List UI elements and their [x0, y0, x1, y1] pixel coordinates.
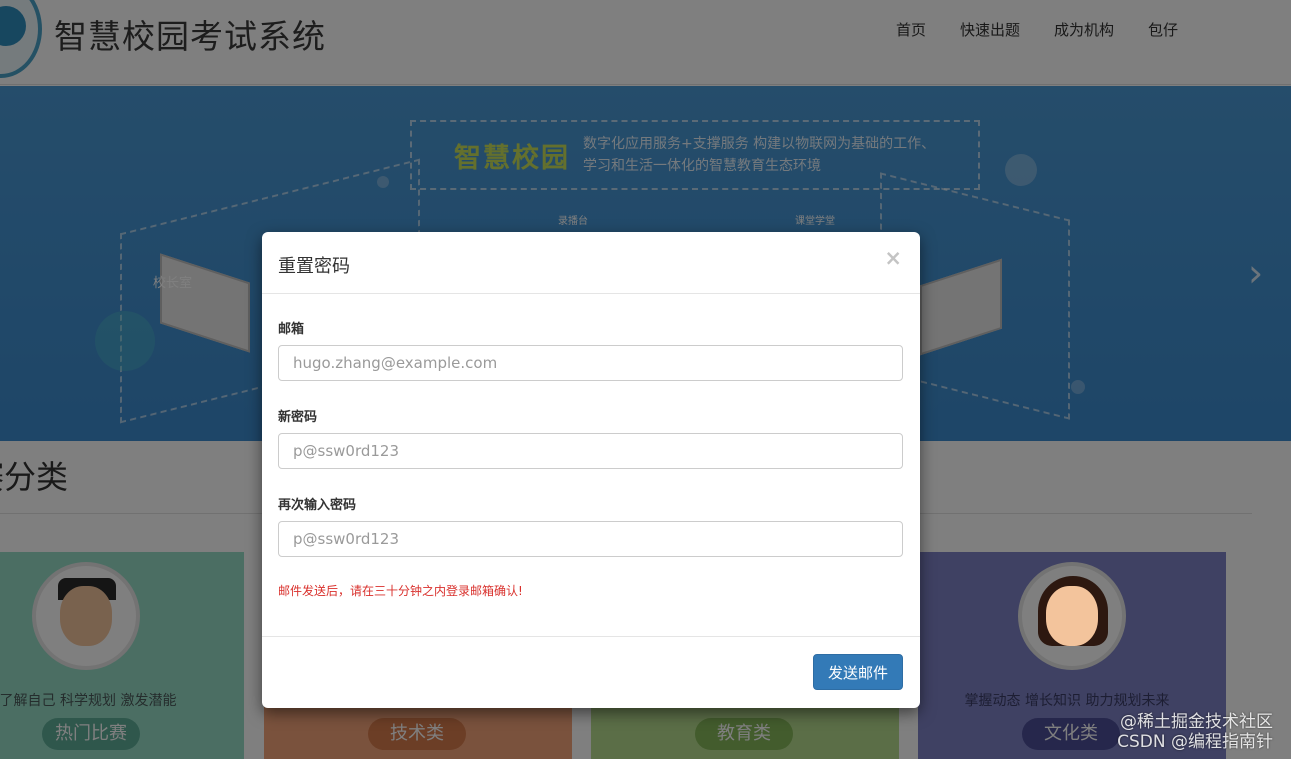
modal-footer-divider: [262, 636, 920, 637]
send-email-button[interactable]: 发送邮件: [813, 654, 903, 690]
new-password-input[interactable]: [278, 433, 903, 469]
watermark: @稀土掘金技术社区 CSDN @编程指南针: [1117, 712, 1273, 752]
watermark-line1: @稀土掘金技术社区: [1120, 712, 1273, 732]
repeat-password-input[interactable]: [278, 521, 903, 557]
watermark-line2: CSDN @编程指南针: [1117, 732, 1273, 752]
repeat-password-label: 再次输入密码: [278, 498, 357, 513]
email-label: 邮箱: [278, 322, 305, 337]
new-password-label: 新密码: [278, 410, 318, 425]
close-icon[interactable]: ×: [884, 246, 902, 270]
modal-header: 重置密码 ×: [262, 232, 920, 294]
email-hint-text: 邮件发送后，请在三十分钟之内登录邮箱确认!: [278, 584, 523, 598]
email-input[interactable]: [278, 345, 903, 381]
avatar-face: [1046, 586, 1098, 646]
reset-password-modal: 重置密码 × 邮箱 新密码 再次输入密码 邮件发送后，请在三十分钟之内登录邮箱确…: [262, 232, 920, 708]
modal-title: 重置密码: [278, 256, 350, 277]
